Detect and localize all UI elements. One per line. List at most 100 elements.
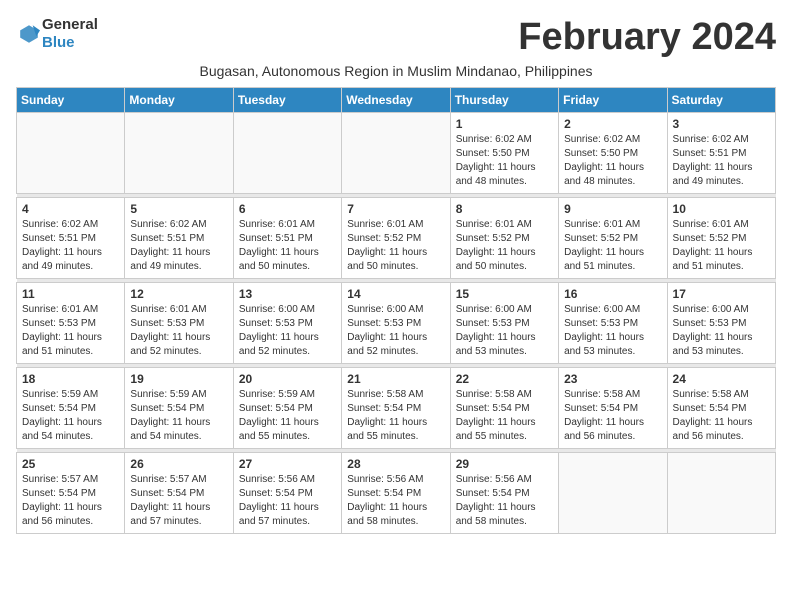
day-info: Sunrise: 6:00 AM Sunset: 5:53 PM Dayligh… <box>239 303 336 359</box>
calendar-week-1: 1Sunrise: 6:02 AM Sunset: 5:50 PM Daylig… <box>17 113 776 194</box>
day-number: 19 <box>130 372 227 386</box>
day-number: 9 <box>564 202 661 216</box>
day-info: Sunrise: 5:58 AM Sunset: 5:54 PM Dayligh… <box>673 388 770 444</box>
header-tuesday: Tuesday <box>233 88 341 113</box>
day-info: Sunrise: 6:00 AM Sunset: 5:53 PM Dayligh… <box>456 303 553 359</box>
day-number: 11 <box>22 287 119 301</box>
calendar-cell: 15 Sunrise: 6:00 AM Sunset: 5:53 PM Dayli… <box>450 283 558 364</box>
calendar-cell: 12 Sunrise: 6:01 AM Sunset: 5:53 PM Dayli… <box>125 283 233 364</box>
day-number: 8 <box>456 202 553 216</box>
calendar-cell: 28Sunrise: 5:56 AM Sunset: 5:54 PM Dayli… <box>342 453 450 534</box>
day-info: Sunrise: 6:00 AM Sunset: 5:53 PM Dayligh… <box>347 303 444 359</box>
calendar-cell: 4Sunrise: 6:02 AM Sunset: 5:51 PM Daylig… <box>17 198 125 279</box>
calendar-cell: 8 Sunrise: 6:01 AM Sunset: 5:52 PM Daylig… <box>450 198 558 279</box>
header-saturday: Saturday <box>667 88 775 113</box>
header-wednesday: Wednesday <box>342 88 450 113</box>
calendar-cell: 29Sunrise: 5:56 AM Sunset: 5:54 PM Dayli… <box>450 453 558 534</box>
logo: General Blue <box>16 16 98 52</box>
calendar-cell: 21 Sunrise: 5:58 AM Sunset: 5:54 PM Dayli… <box>342 368 450 449</box>
day-info: Sunrise: 6:02 AM Sunset: 5:51 PM Dayligh… <box>130 218 227 274</box>
calendar-cell: 17 Sunrise: 6:00 AM Sunset: 5:53 PM Dayli… <box>667 283 775 364</box>
calendar-cell: 5 Sunrise: 6:02 AM Sunset: 5:51 PM Daylig… <box>125 198 233 279</box>
day-number: 5 <box>130 202 227 216</box>
day-number: 18 <box>22 372 119 386</box>
calendar-cell: 27 Sunrise: 5:56 AM Sunset: 5:54 PM Dayli… <box>233 453 341 534</box>
calendar-cell: 1Sunrise: 6:02 AM Sunset: 5:50 PM Daylig… <box>450 113 558 194</box>
calendar-cell: 22 Sunrise: 5:58 AM Sunset: 5:54 PM Dayli… <box>450 368 558 449</box>
calendar-cell: 18Sunrise: 5:59 AM Sunset: 5:54 PM Dayli… <box>17 368 125 449</box>
calendar-cell: 11 Sunrise: 6:01 AM Sunset: 5:53 PM Dayli… <box>17 283 125 364</box>
calendar-week-2: 4 Sunrise: 6:02 AM Sunset: 5:51 PM Daylig… <box>17 198 776 279</box>
day-number: 4 <box>22 202 119 216</box>
calendar-week-5: 25 Sunrise: 5:57 AM Sunset: 5:54 PM Dayli… <box>17 453 776 534</box>
day-number: 23 <box>564 372 661 386</box>
day-info: Sunrise: 6:02 AM Sunset: 5:50 PM Dayligh… <box>456 133 553 189</box>
day-number: 22 <box>456 372 553 386</box>
calendar-cell: 26Sunrise: 5:57 AM Sunset: 5:54 PM Dayli… <box>125 453 233 534</box>
calendar-subtitle: Bugasan, Autonomous Region in Muslim Min… <box>16 63 776 79</box>
day-info: Sunrise: 5:56 AM Sunset: 5:54 PM Dayligh… <box>239 473 336 529</box>
calendar-cell <box>342 113 450 194</box>
calendar-cell: 10Sunrise: 6:01 AM Sunset: 5:52 PM Dayli… <box>667 198 775 279</box>
calendar-cell: 13 Sunrise: 6:00 AM Sunset: 5:53 PM Dayli… <box>233 283 341 364</box>
day-number: 16 <box>564 287 661 301</box>
day-info: Sunrise: 6:01 AM Sunset: 5:53 PM Dayligh… <box>22 303 119 359</box>
calendar-cell: 9 Sunrise: 6:01 AM Sunset: 5:52 PM Daylig… <box>559 198 667 279</box>
day-number: 24 <box>673 372 770 386</box>
calendar-cell <box>17 113 125 194</box>
day-number: 15 <box>456 287 553 301</box>
logo-blue: Blue <box>42 34 75 51</box>
day-number: 27 <box>239 457 336 471</box>
day-info: Sunrise: 5:57 AM Sunset: 5:54 PM Dayligh… <box>22 473 119 529</box>
day-info: Sunrise: 6:00 AM Sunset: 5:53 PM Dayligh… <box>564 303 661 359</box>
calendar-cell: 20 Sunrise: 5:59 AM Sunset: 5:54 PM Dayli… <box>233 368 341 449</box>
day-number: 14 <box>347 287 444 301</box>
day-info: Sunrise: 5:58 AM Sunset: 5:54 PM Dayligh… <box>347 388 444 444</box>
day-info: Sunrise: 5:59 AM Sunset: 5:54 PM Dayligh… <box>130 388 227 444</box>
day-number: 13 <box>239 287 336 301</box>
day-info: Sunrise: 5:58 AM Sunset: 5:54 PM Dayligh… <box>564 388 661 444</box>
day-info: Sunrise: 6:02 AM Sunset: 5:50 PM Dayligh… <box>564 133 661 189</box>
header-sunday: Sunday <box>17 88 125 113</box>
day-info: Sunrise: 6:02 AM Sunset: 5:51 PM Dayligh… <box>673 133 770 189</box>
day-info: Sunrise: 6:01 AM Sunset: 5:51 PM Dayligh… <box>239 218 336 274</box>
day-number: 7 <box>347 202 444 216</box>
calendar-cell <box>233 113 341 194</box>
calendar-cell: 23 Sunrise: 5:58 AM Sunset: 5:54 PM Dayli… <box>559 368 667 449</box>
calendar-week-4: 18 Sunrise: 5:59 AM Sunset: 5:54 PM Dayli… <box>17 368 776 449</box>
day-info: Sunrise: 5:56 AM Sunset: 5:54 PM Dayligh… <box>456 473 553 529</box>
day-info: Sunrise: 5:58 AM Sunset: 5:54 PM Dayligh… <box>456 388 553 444</box>
day-number: 10 <box>673 202 770 216</box>
calendar-cell <box>125 113 233 194</box>
day-number: 12 <box>130 287 227 301</box>
day-number: 20 <box>239 372 336 386</box>
calendar-cell: 3 Sunrise: 6:02 AM Sunset: 5:51 PM Daylig… <box>667 113 775 194</box>
calendar-table: SundayMondayTuesdayWednesdayThursdayFrid… <box>16 87 776 534</box>
month-title: February 2024 <box>518 16 776 59</box>
calendar-cell: 2 Sunrise: 6:02 AM Sunset: 5:50 PM Daylig… <box>559 113 667 194</box>
day-info: Sunrise: 6:01 AM Sunset: 5:52 PM Dayligh… <box>564 218 661 274</box>
calendar-header-row: SundayMondayTuesdayWednesdayThursdayFrid… <box>17 88 776 113</box>
day-number: 25 <box>22 457 119 471</box>
day-info: Sunrise: 6:01 AM Sunset: 5:53 PM Dayligh… <box>130 303 227 359</box>
logo-icon <box>18 23 40 45</box>
calendar-cell: 19 Sunrise: 5:59 AM Sunset: 5:54 PM Dayli… <box>125 368 233 449</box>
calendar-cell: 16 Sunrise: 6:00 AM Sunset: 5:53 PM Dayli… <box>559 283 667 364</box>
day-number: 21 <box>347 372 444 386</box>
day-info: Sunrise: 6:01 AM Sunset: 5:52 PM Dayligh… <box>347 218 444 274</box>
calendar-week-3: 11 Sunrise: 6:01 AM Sunset: 5:53 PM Dayli… <box>17 283 776 364</box>
day-info: Sunrise: 6:00 AM Sunset: 5:53 PM Dayligh… <box>673 303 770 359</box>
day-number: 2 <box>564 117 661 131</box>
logo-general: General <box>42 16 98 33</box>
day-info: Sunrise: 6:01 AM Sunset: 5:52 PM Dayligh… <box>456 218 553 274</box>
calendar-cell <box>559 453 667 534</box>
header-thursday: Thursday <box>450 88 558 113</box>
calendar-cell <box>667 453 775 534</box>
header-monday: Monday <box>125 88 233 113</box>
day-info: Sunrise: 5:57 AM Sunset: 5:54 PM Dayligh… <box>130 473 227 529</box>
day-number: 6 <box>239 202 336 216</box>
day-number: 3 <box>673 117 770 131</box>
day-info: Sunrise: 5:59 AM Sunset: 5:54 PM Dayligh… <box>239 388 336 444</box>
header-friday: Friday <box>559 88 667 113</box>
day-number: 17 <box>673 287 770 301</box>
